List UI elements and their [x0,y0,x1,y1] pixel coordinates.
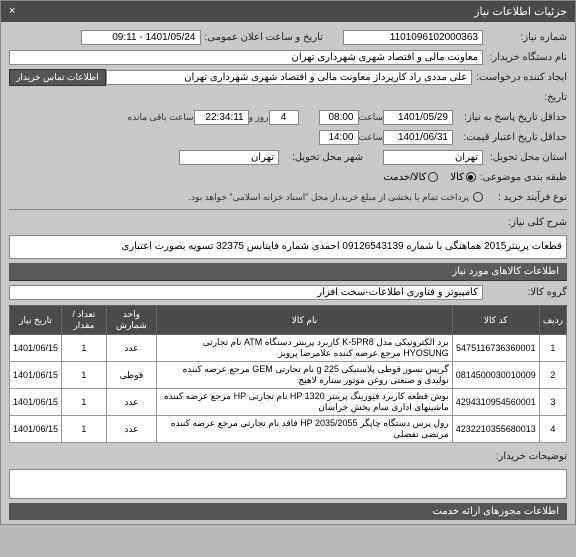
time-label-2: ساعت [359,132,384,143]
province-field: تهران [383,150,483,165]
requester-label: ایجاد کننده درخواست: [476,72,567,83]
notes-box [9,469,567,499]
reply-date-field: 1401/05/29 [383,110,453,125]
notes-label: توضیحات خریدار: [487,451,567,462]
cell-unit: عدد [106,389,157,416]
radio-goods[interactable]: کالا [450,172,476,183]
licenses-title: اطلاعات مجوزهای ارائه خدمت [9,503,567,520]
buyer-label: نام دستگاه خریدار: [487,52,567,63]
group-field: کامپیوتر و فناوری اطلاعات-سخت افزار [9,285,483,300]
radio-dot-icon[interactable] [473,192,483,202]
cell-date: 1401/06/15 [10,389,62,416]
days-and-label: روز و [249,112,269,123]
need-desc-box: قطعات پرینتر2015 هماهنگی با شماره 091265… [9,235,567,259]
cell-row: 4 [539,416,566,443]
announce-label: تاریخ و ساعت اعلان عمومی: [205,32,324,43]
goods-info-title: اطلاعات کالاهای مورد نیاز [9,263,567,281]
buy-method-label: نوع فرآیند خرید : [487,192,567,203]
date-label: تاریخ: [487,92,567,103]
radio-dot-icon [466,172,476,182]
th-row: ردیف [539,306,566,335]
time-label-1: ساعت [359,112,384,123]
group-label: گروه کالا: [487,287,567,298]
validity-time-field: 14:00 [319,130,359,145]
table-row: 44232210355680013رول پرس دستگاه چاپگر HP… [10,416,567,443]
validity-date-field: 1401/06/31 [383,130,453,145]
th-unit: واحد شمارش [106,306,157,335]
cell-name: گریس نسوز قوطی پلاستیکی 225 g نام تجارتی… [157,362,452,389]
remaining-time-field: 22:34:11 [194,110,249,125]
window-header: جزئیات اطلاعات نیاز × [1,1,575,22]
cell-qty: 1 [62,362,107,389]
cell-name: بوش قطعه کاربرد فیوزینگ پرینتر HP 1320 ن… [157,389,452,416]
category-label: طبقه بندی موضوعی: [480,172,567,183]
cell-qty: 1 [62,416,107,443]
cell-date: 1401/06/15 [10,362,62,389]
table-header-row: ردیف کد کالا نام کالا واحد شمارش تعداد /… [10,306,567,335]
cell-code: 4232210355680013 [452,416,539,443]
cell-unit: عدد [106,335,157,362]
requester-field: علی مددی راد کارپرداز معاونت مالی و اقتص… [106,70,473,85]
window-title: جزئیات اطلاعات نیاز [474,5,567,18]
close-icon[interactable]: × [9,5,15,18]
province-label: استان محل تحویل: [487,152,567,163]
th-date: تاریخ نیاز [10,306,62,335]
table-row: 34294310954560001بوش قطعه کاربرد فیوزینگ… [10,389,567,416]
validity-label: حداقل تاریخ اعتبار قیمت: [457,132,567,143]
category-radio-group: کالا کالا/خدمت [383,172,475,183]
radio-service-label: کالا/خدمت [383,172,426,183]
cell-name: رول پرس دستگاه چاپگر HP 2035/2055 فاقد ن… [157,416,452,443]
th-qty: تعداد / مقدار [62,306,107,335]
announce-field: 1401/05/24 - 09:11 [81,30,201,45]
cell-row: 2 [539,362,566,389]
cell-date: 1401/06/15 [10,416,62,443]
th-name: نام کالا [157,306,452,335]
th-code: کد کالا [452,306,539,335]
cell-unit: عدد [106,416,157,443]
radio-dot-icon [428,172,438,182]
city-field: تهران [179,150,279,165]
radio-goods-label: کالا [450,172,464,183]
cell-row: 3 [539,389,566,416]
cell-unit: قوطی [106,362,157,389]
reply-time-field: 08:00 [319,110,359,125]
cell-code: 4294310954560001 [452,389,539,416]
cell-qty: 1 [62,389,107,416]
buyer-field: معاونت مالی و اقتصاد شهری شهرداری تهران [9,50,483,65]
form-area: شماره نیاز: 1101096102000363 تاریخ و ساع… [1,22,575,524]
cell-qty: 1 [62,335,107,362]
cell-code: 5475116736360001 [452,335,539,362]
days-field: 4 [269,110,299,125]
city-label: شهر محل تحویل: [283,152,363,163]
need-desc-label: شرح کلی نیاز: [487,217,567,228]
reply-deadline-label: حداقل تاریخ پاسخ به نیاز: [457,112,567,123]
table-row: 15475116736360001برد الکترونیکی مدل K-5P… [10,335,567,362]
cell-code: 0814500030010009 [452,362,539,389]
contact-button[interactable]: اطلاعات تماس خریدار [9,69,106,86]
cell-name: برد الکترونیکی مدل K-5PR8 کاربرد پرینتر … [157,335,452,362]
radio-service[interactable]: کالا/خدمت [383,172,438,183]
table-row: 20814500030010009گریس نسوز قوطی پلاستیکی… [10,362,567,389]
remaining-label: ساعت باقی مانده [128,112,194,123]
goods-table: ردیف کد کالا نام کالا واحد شمارش تعداد /… [9,305,567,443]
need-number-field: 1101096102000363 [343,30,483,45]
buy-method-note: پرداخت تمام یا بخشی از مبلغ خرید،از محل … [189,192,469,203]
cell-row: 1 [539,335,566,362]
cell-date: 1401/06/15 [10,335,62,362]
need-number-label: شماره نیاز: [487,32,567,43]
